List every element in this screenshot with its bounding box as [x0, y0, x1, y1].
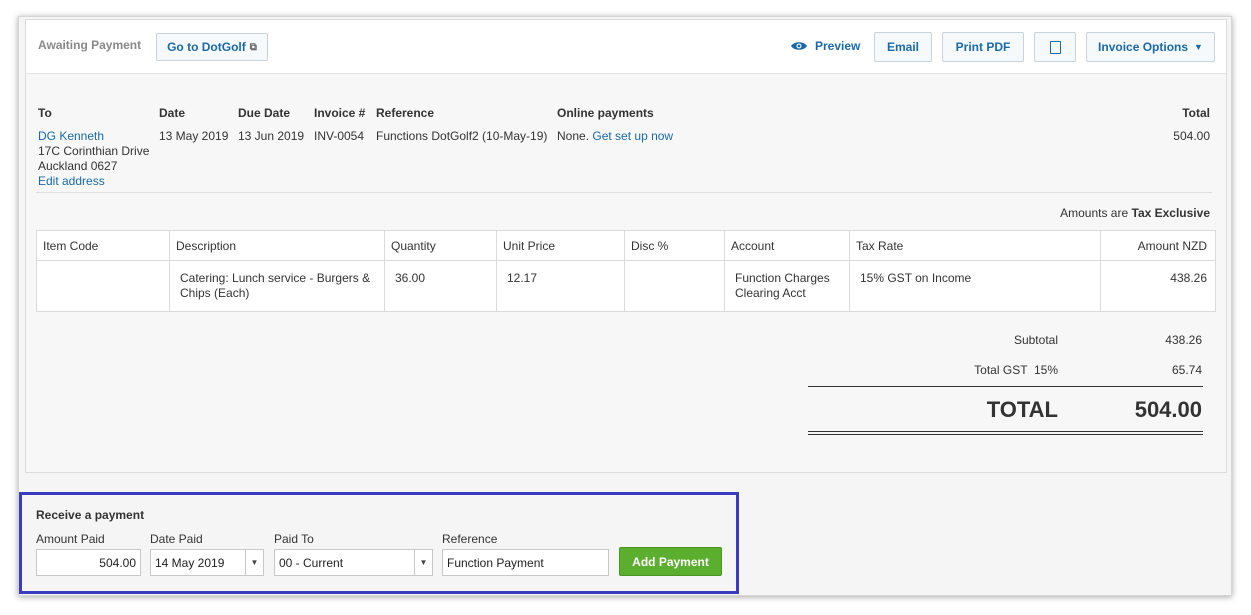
invoice-due-date: 13 Jun 2019 [238, 129, 305, 143]
unit-price-cell[interactable]: 12.17 [496, 260, 625, 312]
total-header: Total [1182, 106, 1210, 120]
reference-header: Reference [376, 106, 435, 120]
header-divider [36, 192, 1212, 193]
preview-label: Preview [815, 39, 861, 53]
payment-reference-label: Reference [442, 532, 498, 546]
line-items-table: Item Code Description Quantity Unit Pric… [36, 230, 1216, 312]
date-paid-input[interactable]: 14 May 2019 ▼ [150, 549, 264, 576]
invoice-options-label: Invoice Options [1098, 40, 1189, 54]
due-date-header: Due Date [238, 106, 291, 120]
preview-link[interactable]: Preview [791, 39, 860, 53]
print-pdf-button[interactable]: Print PDF [942, 32, 1024, 62]
column-header: Account [724, 230, 850, 261]
copy-document-icon [1049, 40, 1061, 54]
column-header: Disc % [624, 230, 725, 261]
invoice-total: 504.00 [1173, 129, 1210, 143]
external-link-icon: ⧉ [249, 41, 257, 53]
amounts-mode: Tax Exclusive [1131, 206, 1211, 220]
column-header: Description [169, 230, 385, 261]
subtotal-value: 438.26 [1165, 333, 1202, 347]
date-picker-dropdown-icon[interactable]: ▼ [245, 550, 263, 575]
invoice-toolbar: Awaiting Payment Go to DotGolf ⧉ Preview… [26, 20, 1226, 74]
address-line-1: 17C Corinthian Drive [38, 144, 150, 158]
paid-to-value: 00 - Current [279, 555, 344, 570]
date-paid-value: 14 May 2019 [155, 555, 225, 570]
copy-button[interactable] [1034, 32, 1076, 62]
table-row[interactable]: Catering: Lunch service - Burgers & Chip… [36, 260, 1216, 312]
amounts-prefix: Amounts are [1060, 206, 1129, 220]
column-header: Item Code [36, 230, 170, 261]
paid-to-label: Paid To [274, 532, 314, 546]
discount-cell[interactable] [624, 260, 725, 312]
amount-paid-label: Amount Paid [36, 532, 105, 546]
column-header: Quantity [384, 230, 497, 261]
paid-to-select[interactable]: 00 - Current ▼ [274, 549, 433, 576]
invoice-number: INV-0054 [314, 129, 365, 143]
address-line-2: Auckland 0627 [38, 159, 118, 173]
grand-total-value: 504.00 [1134, 397, 1202, 422]
edit-address-link[interactable]: Edit address [38, 174, 105, 188]
date-paid-label: Date Paid [150, 532, 203, 546]
gst-label: Total GST 15% [974, 363, 1058, 377]
online-payments-none: None. [557, 129, 590, 143]
table-header-row: Item Code Description Quantity Unit Pric… [36, 230, 1216, 261]
quantity-cell[interactable]: 36.00 [384, 260, 497, 312]
email-button[interactable]: Email [874, 32, 932, 62]
tax-rate-cell[interactable]: 15% GST on Income [849, 260, 1101, 312]
column-header: Tax Rate [849, 230, 1101, 261]
grand-total-underline-2 [808, 434, 1203, 435]
chevron-down-icon: ▼ [1194, 42, 1203, 52]
totals-divider [808, 386, 1203, 387]
payment-reference-value: Function Payment [447, 555, 544, 570]
invoice-options-button[interactable]: Invoice Options ▼ [1086, 32, 1215, 62]
column-header: Amount NZD [1100, 230, 1216, 261]
invoice-date: 13 May 2019 [159, 129, 229, 143]
eye-icon [791, 42, 807, 50]
get-set-up-link[interactable]: Get set up now [592, 129, 673, 143]
item-code-cell[interactable] [36, 260, 170, 312]
online-payments-header: Online payments [557, 106, 654, 120]
invoice-panel: Awaiting Payment Go to DotGolf ⧉ Preview… [25, 19, 1227, 473]
grand-total-label: TOTAL [986, 397, 1058, 422]
gst-value: 65.74 [1171, 363, 1202, 377]
invoice-window: Awaiting Payment Go to DotGolf ⧉ Preview… [18, 16, 1232, 596]
receive-payment-panel: Receive a payment Amount Paid 504.00 Dat… [19, 492, 739, 594]
subtotal-label: Subtotal [1013, 333, 1058, 347]
description-cell[interactable]: Catering: Lunch service - Burgers & Chip… [169, 260, 385, 312]
receive-payment-title: Receive a payment [36, 508, 145, 522]
amount-cell[interactable]: 438.26 [1100, 260, 1216, 312]
to-header: To [38, 106, 52, 120]
column-header: Unit Price [496, 230, 625, 261]
status-label: Awaiting Payment [38, 38, 142, 52]
amount-paid-input[interactable]: 504.00 [36, 549, 141, 576]
contact-name-link[interactable]: DG Kenneth [38, 129, 104, 143]
add-payment-button[interactable]: Add Payment [619, 547, 722, 576]
go-to-dotgolf-button[interactable]: Go to DotGolf ⧉ [156, 33, 268, 61]
go-to-dotgolf-label: Go to DotGolf [167, 40, 246, 54]
amounts-tax-mode: Amounts are Tax Exclusive [1060, 206, 1210, 220]
invoice-reference: Functions DotGolf2 (10-May-19) [376, 129, 548, 143]
invoice-number-header: Invoice # [314, 106, 366, 120]
account-cell[interactable]: Function Charges Clearing Acct [724, 260, 850, 312]
online-payments-status: None. Get set up now [557, 129, 673, 143]
payment-reference-input[interactable]: Function Payment [442, 549, 609, 576]
amount-paid-value: 504.00 [99, 555, 136, 570]
paid-to-dropdown-icon[interactable]: ▼ [414, 550, 432, 575]
grand-total-underline-1 [808, 431, 1203, 432]
date-header: Date [159, 106, 186, 120]
